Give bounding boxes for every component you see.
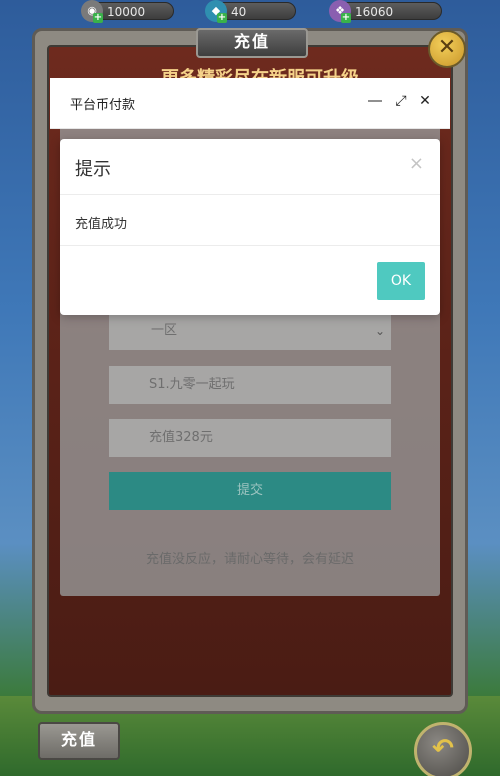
add-coin-icon[interactable]: + (93, 13, 103, 23)
frame-title: 充值 (196, 28, 308, 58)
recharge-hint: 充值没反应，请耐心等待，会有延迟 (145, 552, 354, 567)
payment-window-title: 平台币付款 (70, 98, 136, 113)
back-arrow-icon[interactable]: ↶ (414, 722, 472, 776)
close-game-button[interactable]: ✕ (428, 30, 466, 68)
alert-close-icon[interactable]: × (409, 153, 424, 174)
alert-message: 充值成功 (75, 217, 128, 232)
diamond-counter[interactable]: ◆ + 40 (205, 0, 296, 23)
alert-body: 充值成功 (60, 195, 440, 246)
currency-bar: ◉ + 10000 ◆ + 40 ❖ + 16060 (30, 0, 470, 24)
add-diamond-icon[interactable]: + (217, 13, 227, 23)
minimize-icon[interactable]: ― (366, 92, 384, 110)
maximize-icon[interactable]: ⤢ (392, 92, 410, 110)
close-icon[interactable]: ✕ (416, 92, 434, 110)
recharge-tab[interactable]: 充值 (38, 722, 120, 760)
amount-field[interactable]: 充值328元 (109, 419, 391, 457)
add-gem-icon[interactable]: + (341, 13, 351, 23)
submit-button[interactable]: 提交 (109, 472, 391, 510)
alert-dialog: 提示 × 充值成功 OK (60, 139, 440, 315)
server-select[interactable]: 一区 ⌄ (109, 312, 391, 350)
alert-header: 提示 × (60, 139, 440, 195)
chevron-down-icon: ⌄ (374, 324, 385, 338)
ok-button[interactable]: OK (377, 262, 425, 300)
role-field[interactable]: S1.九零一起玩 (109, 366, 391, 404)
alert-title: 提示 (75, 159, 111, 180)
payment-window-header: 平台币付款 ― ⤢ ✕ (50, 78, 450, 129)
coin-counter[interactable]: ◉ + 10000 (81, 0, 174, 23)
gem-counter[interactable]: ❖ + 16060 (329, 0, 442, 23)
